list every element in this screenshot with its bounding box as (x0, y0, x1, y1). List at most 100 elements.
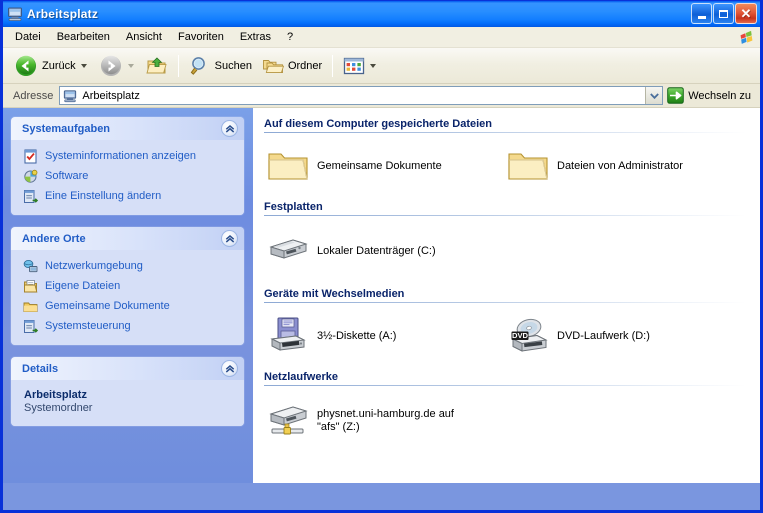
explorer-body: Systemaufgaben Systeminformationen anzei… (3, 108, 760, 483)
place-gemeinsame-dokumente[interactable]: Gemeinsame Dokumente (11, 296, 244, 316)
explorer-window: Arbeitsplatz ✕ Datei Bearbeiten Ansicht … (0, 0, 763, 513)
forward-button[interactable] (94, 51, 141, 81)
place-label: Gemeinsame Dokumente (45, 300, 170, 312)
network-places-icon (22, 258, 38, 274)
panel-title: Systemaufgaben (22, 122, 111, 135)
place-netzwerkumgebung[interactable]: Netzwerkumgebung (11, 256, 244, 276)
group-heading: Netzlaufwerke (264, 371, 338, 383)
menu-item-ansicht[interactable]: Ansicht (118, 29, 170, 45)
shared-documents-icon (22, 298, 38, 314)
back-label: Zurück (42, 59, 76, 72)
group-removable-devices: Geräte mit Wechselmedien 3½-Diskette (A:… (262, 284, 760, 367)
panel-systemaufgaben: Systemaufgaben Systeminformationen anzei… (11, 117, 244, 215)
chevron-up-icon[interactable] (221, 360, 238, 377)
svg-text:DVD: DVD (512, 331, 529, 340)
search-icon (190, 56, 205, 75)
menu-item-extras[interactable]: Extras (232, 29, 279, 45)
control-panel-icon (22, 318, 38, 334)
window-title: Arbeitsplatz (27, 7, 99, 21)
views-dropdown-icon[interactable] (370, 63, 377, 68)
toolbar: Zurück Suchen Ordner (3, 48, 760, 84)
details-type: Systemordner (24, 402, 93, 414)
panel-andere-orte: Andere Orte Netzwerkumgebung Eigene Date… (11, 227, 244, 345)
address-dropdown-button[interactable] (645, 87, 663, 104)
item-lokaler-datentraeger-c[interactable]: Lokaler Datenträger (C:) (262, 226, 502, 276)
maximize-icon (719, 9, 728, 18)
folder-icon (264, 144, 312, 188)
close-button[interactable]: ✕ (735, 3, 757, 24)
back-button[interactable]: Zurück (9, 51, 94, 81)
item-netzlaufwerk-z[interactable]: physnet.uni-hamburg.de auf "afs" (Z:) (262, 396, 502, 446)
panel-details: Details Arbeitsplatz Systemordner (11, 357, 244, 426)
folder-icon (504, 144, 552, 188)
go-arrow-icon (667, 87, 685, 104)
panel-header[interactable]: Andere Orte (11, 227, 244, 250)
item-label: DVD-Laufwerk (D:) (557, 329, 650, 342)
item-label: Dateien von Administrator (557, 159, 683, 172)
up-button[interactable] (141, 51, 173, 81)
group-heading: Geräte mit Wechselmedien (264, 288, 405, 300)
menu-item-datei[interactable]: Datei (7, 29, 49, 45)
forward-arrow-icon (100, 55, 121, 76)
item-dateien-von-administrator[interactable]: Dateien von Administrator (502, 141, 742, 191)
details-name: Arbeitsplatz (24, 389, 87, 401)
menu-item-help[interactable]: ? (279, 29, 301, 45)
group-stored-files: Auf diesem Computer gespeicherte Dateien… (262, 114, 760, 197)
panel-body: Netzwerkumgebung Eigene Dateien Gemeinsa… (11, 250, 244, 345)
task-label: Eine Einstellung ändern (45, 190, 162, 202)
my-computer-icon (7, 6, 23, 22)
task-systeminformationen[interactable]: Systeminformationen anzeigen (11, 146, 244, 166)
item-label: Lokaler Datenträger (C:) (317, 244, 436, 257)
windows-flag-icon[interactable] (737, 28, 756, 47)
item-dvd-laufwerk-d[interactable]: DVD DVD-Laufwerk (D:) (502, 311, 742, 361)
task-software[interactable]: Software (11, 166, 244, 186)
minimize-button[interactable] (691, 3, 712, 24)
menu-item-bearbeiten[interactable]: Bearbeiten (49, 29, 118, 45)
folders-icon (262, 59, 284, 73)
item-label: 3½-Diskette (A:) (317, 329, 397, 342)
go-label: Wechseln zu (688, 89, 751, 102)
change-setting-icon (22, 188, 38, 204)
views-button[interactable] (338, 51, 383, 81)
close-icon: ✕ (740, 5, 752, 21)
back-dropdown-icon[interactable] (80, 63, 87, 68)
panel-body: Systeminformationen anzeigen Software Ei… (11, 140, 244, 215)
chevron-up-icon[interactable] (221, 230, 238, 247)
up-folder-icon (146, 56, 167, 73)
place-eigene-dateien[interactable]: Eigene Dateien (11, 276, 244, 296)
item-label: Gemeinsame Dokumente (317, 159, 442, 172)
item-gemeinsame-dokumente[interactable]: Gemeinsame Dokumente (262, 141, 502, 191)
forward-dropdown-icon[interactable] (127, 63, 134, 68)
item-diskette-a[interactable]: 3½-Diskette (A:) (262, 311, 502, 361)
maximize-button[interactable] (713, 3, 734, 24)
group-heading: Festplatten (264, 201, 323, 213)
place-label: Systemsteuerung (45, 320, 131, 332)
back-arrow-icon (16, 55, 36, 76)
folders-label: Ordner (287, 59, 323, 72)
network-drive-icon (264, 399, 312, 443)
chevron-up-icon[interactable] (221, 120, 238, 137)
title-bar[interactable]: Arbeitsplatz ✕ (3, 0, 760, 27)
go-button[interactable]: Wechseln zu (663, 86, 757, 106)
panel-header[interactable]: Systemaufgaben (11, 117, 244, 140)
views-icon (344, 57, 365, 74)
group-items: Gemeinsame Dokumente Dateien von Adminis… (262, 133, 760, 197)
search-button[interactable]: Suchen (184, 51, 257, 81)
group-items: Lokaler Datenträger (C:) (262, 216, 760, 284)
address-input[interactable]: Arbeitsplatz (59, 86, 664, 105)
folders-button[interactable]: Ordner (257, 51, 327, 81)
group-items: 3½-Diskette (A:) DVD DVD-Laufwerk (D:) (262, 303, 760, 367)
toolbar-separator (177, 54, 179, 77)
address-value: Arbeitsplatz (82, 89, 140, 102)
menu-bar: Datei Bearbeiten Ansicht Favoriten Extra… (3, 27, 760, 48)
task-einstellung-aendern[interactable]: Eine Einstellung ändern (11, 186, 244, 206)
window-controls: ✕ (691, 3, 757, 24)
panel-header[interactable]: Details (11, 357, 244, 380)
panel-title: Andere Orte (22, 232, 86, 245)
menu-item-favoriten[interactable]: Favoriten (170, 29, 232, 45)
place-systemsteuerung[interactable]: Systemsteuerung (11, 316, 244, 336)
group-heading: Auf diesem Computer gespeicherte Dateien (264, 118, 493, 130)
floppy-drive-icon (264, 314, 312, 358)
address-bar: Adresse Arbeitsplatz Wechseln zu (3, 84, 760, 108)
group-items: physnet.uni-hamburg.de auf "afs" (Z:) (262, 386, 760, 450)
